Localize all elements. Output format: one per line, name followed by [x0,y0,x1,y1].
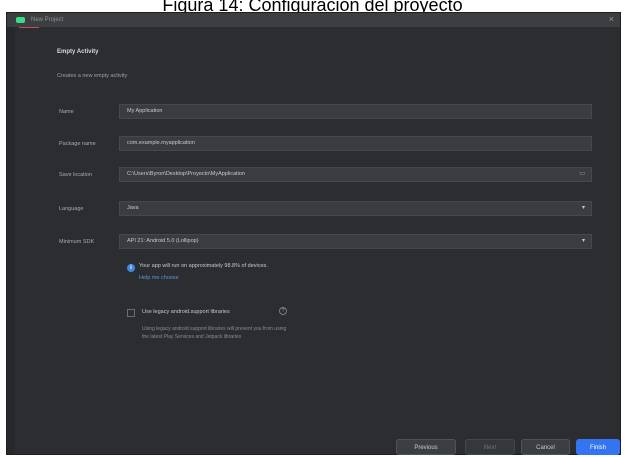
package-label: Package name [59,141,96,147]
save-location-label: Save location [59,172,93,178]
device-coverage-text: Your app will run on approximately 98.8%… [139,263,268,269]
legacy-desc-line-1: Using legacy android.support libraries w… [142,326,287,332]
new-project-dialog: New Project × Empty Activity Creates a n… [6,12,621,455]
legacy-desc-line-2: the latest Play Services and Jetpack lib… [142,334,242,340]
info-icon: i [127,264,135,272]
next-button[interactable]: Next [465,439,515,455]
chevron-down-icon: ▾ [581,238,585,244]
name-value: My Application [127,108,163,114]
language-label: Language [59,206,84,212]
accent-line [19,27,39,28]
legacy-support-checkbox[interactable] [127,309,135,317]
language-dropdown[interactable]: Java ▾ [119,201,592,216]
min-sdk-value: API 21: Android 5.0 (Lollipop) [127,238,199,244]
language-value: Java [127,205,139,211]
name-field[interactable]: My Application [119,104,592,119]
folder-icon[interactable]: ▭ [579,168,585,181]
package-value: com.example.myapplication [127,140,195,146]
legacy-support-label[interactable]: Use legacy android.support libraries [142,309,230,315]
title-bar: New Project × [7,13,620,27]
chevron-down-icon: ▾ [581,205,585,211]
template-heading: Empty Activity [57,49,99,55]
close-icon[interactable]: × [609,14,614,24]
save-location-value: C:\Users\Byron\Desktop\Proyecto\MyApplic… [127,171,245,177]
cancel-button[interactable]: Cancel [521,439,570,455]
min-sdk-label: Minimum SDK [59,239,95,245]
min-sdk-dropdown[interactable]: API 21: Android 5.0 (Lollipop) ▾ [119,234,592,249]
android-studio-icon [16,17,25,23]
template-description: Creates a new empty activity [57,73,128,79]
package-name-field[interactable]: com.example.myapplication [119,136,592,151]
help-icon[interactable]: ? [279,307,287,315]
help-me-choose-link[interactable]: Help me choose [139,275,179,281]
window-title: New Project [31,17,64,23]
previous-button[interactable]: Previous [396,439,456,455]
legacy-support-description: Using legacy android.support libraries w… [142,325,286,341]
save-location-field[interactable]: C:\Users\Byron\Desktop\Proyecto\MyApplic… [119,167,592,182]
name-label: Name [59,109,74,115]
side-strip [7,27,15,454]
finish-button[interactable]: Finish [576,439,620,455]
